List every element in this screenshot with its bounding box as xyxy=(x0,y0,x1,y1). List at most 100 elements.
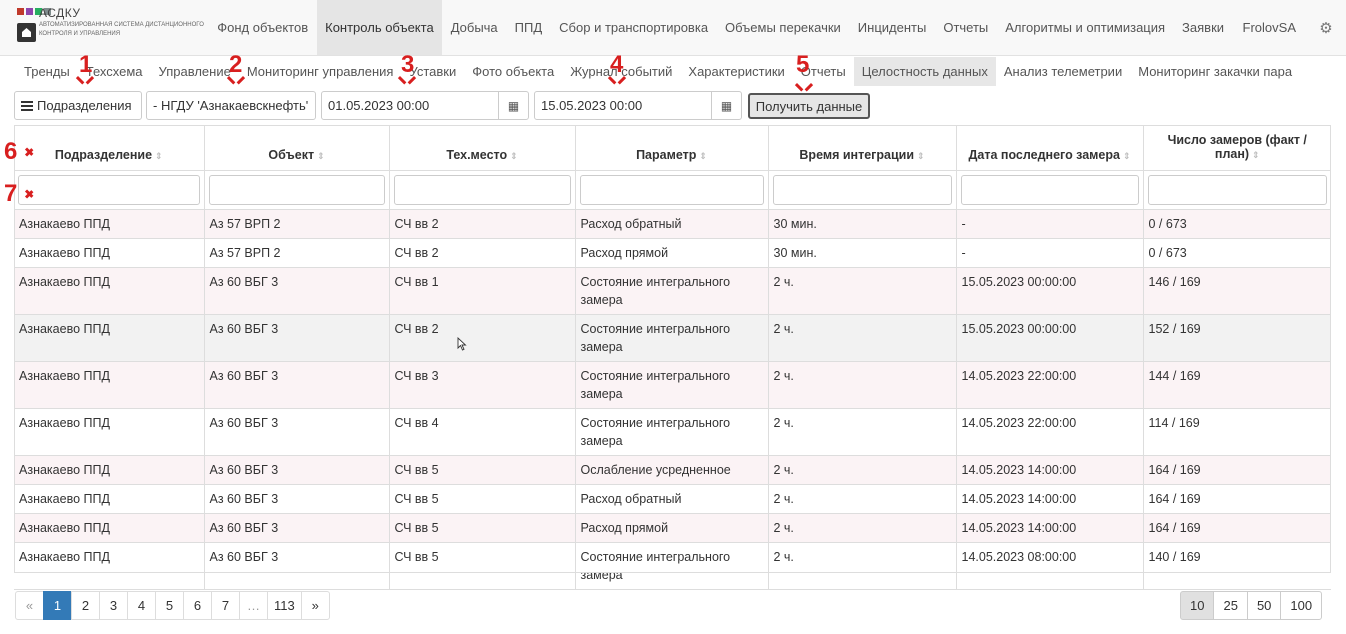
filter-input[interactable] xyxy=(393,174,571,205)
tab-5[interactable]: Фото объекта xyxy=(464,57,562,86)
filter-input[interactable] xyxy=(579,174,764,205)
annotation-arrow-icon xyxy=(400,76,414,86)
pager-page[interactable]: 1 xyxy=(43,591,72,620)
pager-page[interactable]: 3 xyxy=(99,591,128,620)
sort-icon[interactable]: ⇕ xyxy=(510,151,518,161)
filter-input[interactable] xyxy=(960,174,1139,205)
column-header[interactable]: Подразделение ⇕ xyxy=(14,125,205,171)
page-size-option[interactable]: 50 xyxy=(1246,591,1282,620)
table-cell: Азнакаево ППД xyxy=(14,513,205,543)
sort-icon[interactable]: ⇕ xyxy=(155,151,163,161)
column-header[interactable]: Параметр ⇕ xyxy=(575,125,769,171)
tab-11[interactable]: Мониторинг закачки пара xyxy=(1130,57,1300,86)
sort-icon[interactable]: ⇕ xyxy=(317,151,325,161)
nav-item-2[interactable]: Добыча xyxy=(442,0,506,55)
tab-7[interactable]: Характеристики xyxy=(680,57,792,86)
pager-page[interactable]: 4 xyxy=(127,591,156,620)
main-nav: Фонд объектов Контроль объекта Добыча ППД Сб… xyxy=(209,0,1233,55)
table-cell: Аз 60 ВБГ 3 xyxy=(204,314,390,362)
gear-icon[interactable]: ⚙ xyxy=(1306,19,1346,37)
table-cell: СЧ вв 5 xyxy=(389,484,576,514)
filter-row xyxy=(14,170,1331,210)
tab-0[interactable]: Тренды xyxy=(16,57,78,86)
pager-prev[interactable]: « xyxy=(15,591,44,620)
org-select[interactable]: - НГДУ 'Азнакаевскнефть' xyxy=(146,91,316,120)
sort-icon[interactable]: ⇕ xyxy=(1252,150,1260,160)
sort-icon[interactable]: ⇕ xyxy=(699,151,707,161)
pager-page[interactable]: 7 xyxy=(211,591,240,620)
nav-item-9[interactable]: Заявки xyxy=(1174,0,1233,55)
tab-10[interactable]: Анализ телеметрии xyxy=(996,57,1130,86)
table-cell: Азнакаево ППД xyxy=(14,209,205,239)
annotation-arrow-icon xyxy=(229,76,243,86)
logo-title: АСДКУ xyxy=(39,6,81,20)
page-size-option[interactable]: 100 xyxy=(1280,591,1323,620)
table-row[interactable]: Азнакаево ППД Аз 60 ВБГ 3 СЧ вв 5 Ослаблени… xyxy=(14,455,1331,485)
pager-page[interactable]: 6 xyxy=(183,591,212,620)
table-row[interactable]: Азнакаево ППД Аз 60 ВБГ 3 СЧ вв 4 Состояние… xyxy=(14,408,1331,456)
filter-input[interactable] xyxy=(208,174,385,205)
date-from-input[interactable] xyxy=(322,92,498,119)
table-cell: 14.05.2023 22:00:00 xyxy=(956,408,1144,456)
nav-item-6[interactable]: Инциденты xyxy=(849,0,935,55)
column-header-label: Время интеграции xyxy=(799,147,915,162)
table-cell: 14.05.2023 22:00:00 xyxy=(956,361,1144,409)
table-row[interactable]: Азнакаево ППД Аз 57 ВРП 2 СЧ вв 2 Расход об… xyxy=(14,209,1331,239)
get-data-button[interactable]: Получить данные xyxy=(748,93,870,119)
calendar-icon[interactable]: ▦ xyxy=(498,92,528,119)
column-header[interactable]: Число замеров (факт / план) ⇕ xyxy=(1143,125,1331,171)
nav-item-1[interactable]: Контроль объекта xyxy=(316,0,443,55)
table-cell: Аз 57 ВРП 2 xyxy=(204,238,390,268)
filter-input[interactable] xyxy=(18,174,200,205)
tab-2[interactable]: Управление xyxy=(151,57,239,86)
logo[interactable]: АСДКУ Автоматизированная система дистанц… xyxy=(0,0,209,55)
table-row[interactable]: Азнакаево ППД Аз 60 ВБГ 3 СЧ вв 5 Состояние… xyxy=(14,542,1331,590)
table-row[interactable]: Азнакаево ППД Аз 57 ВРП 2 СЧ вв 2 Расход пр… xyxy=(14,238,1331,268)
table-cell: Расход обратный xyxy=(575,484,769,514)
annotation-6: 6 xyxy=(4,138,18,165)
departments-button[interactable]: Подразделения xyxy=(14,91,142,120)
table-row[interactable]: Азнакаево ППД Аз 60 ВБГ 3 СЧ вв 2 Состояние… xyxy=(14,314,1331,362)
filter-input[interactable] xyxy=(1147,174,1327,205)
table-row[interactable]: Азнакаево ППД Аз 60 ВБГ 3 СЧ вв 3 Состояние… xyxy=(14,361,1331,409)
calendar-icon[interactable]: ▦ xyxy=(711,92,741,119)
table-cell: 2 ч. xyxy=(768,542,957,590)
column-header[interactable]: Объект ⇕ xyxy=(204,125,390,171)
table-cell: 164 / 169 xyxy=(1143,513,1331,543)
sort-icon[interactable]: ⇕ xyxy=(917,151,925,161)
page-size-option[interactable]: 25 xyxy=(1213,591,1248,620)
user-name[interactable]: FrolovSA xyxy=(1233,20,1306,35)
table-cell: СЧ вв 2 xyxy=(389,238,576,268)
nav-item-5[interactable]: Объемы перекачки xyxy=(717,0,850,55)
annotation-7: 7 xyxy=(4,180,18,207)
column-header[interactable]: Тех.место ⇕ xyxy=(389,125,576,171)
table-row[interactable]: Азнакаево ППД Аз 60 ВБГ 3 СЧ вв 5 Расход пр… xyxy=(14,513,1331,543)
filter-cell xyxy=(956,170,1144,210)
table-cell: - xyxy=(956,238,1144,268)
table-cell: Расход обратный xyxy=(575,209,769,239)
pager-page[interactable]: 5 xyxy=(155,591,184,620)
pager-page[interactable]: 2 xyxy=(71,591,100,620)
pager-page[interactable]: 113 xyxy=(267,591,302,620)
nav-item-8[interactable]: Алгоритмы и оптимизация xyxy=(997,0,1174,55)
column-header[interactable]: Время интеграции ⇕ xyxy=(768,125,957,171)
tab-9[interactable]: Целостность данных xyxy=(853,57,996,86)
pager-next[interactable]: » xyxy=(300,591,330,620)
pager-page[interactable]: … xyxy=(239,591,268,620)
annotation-2: 2 xyxy=(229,51,243,78)
filter-cell xyxy=(14,170,205,210)
page-size-option[interactable]: 10 xyxy=(1180,591,1215,620)
nav-item-7[interactable]: Отчеты xyxy=(935,0,997,55)
table-cell: Аз 60 ВБГ 3 xyxy=(204,408,390,456)
nav-item-3[interactable]: ППД xyxy=(506,0,551,55)
filter-input[interactable] xyxy=(772,174,952,205)
column-header[interactable]: Дата последнего замера ⇕ xyxy=(956,125,1144,171)
nav-item-4[interactable]: Сбор и транспортировка xyxy=(551,0,717,55)
table-row[interactable]: Азнакаево ППД Аз 60 ВБГ 3 СЧ вв 5 Расход об… xyxy=(14,484,1331,514)
table-cell: Азнакаево ППД xyxy=(14,455,205,485)
table-row[interactable]: Азнакаево ППД Аз 60 ВБГ 3 СЧ вв 1 Состояние… xyxy=(14,267,1331,315)
tab-3[interactable]: Мониторинг управления xyxy=(239,57,402,86)
sort-icon[interactable]: ⇕ xyxy=(1123,151,1131,161)
table-cell: 114 / 169 xyxy=(1143,408,1331,456)
date-to-input[interactable] xyxy=(535,92,711,119)
